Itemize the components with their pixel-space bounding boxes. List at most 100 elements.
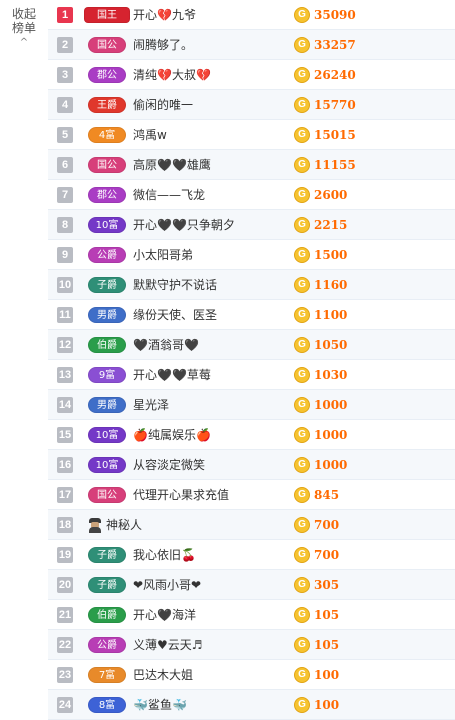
coin-icon: G: [294, 187, 310, 203]
ranking-row[interactable]: 11 男爵 缘份天使、医圣 G 1100: [48, 300, 455, 330]
ranking-row[interactable]: 1 国王 开心💔九爷 G 35090: [48, 0, 455, 30]
ranking-row[interactable]: 22 公爵 义薄♥云天♬ G 105: [48, 630, 455, 660]
ranking-row[interactable]: 9 公爵 小太阳哥弟 G 1500: [48, 240, 455, 270]
rank-badge: 公爵: [88, 637, 126, 653]
contribution-value: 1500: [314, 248, 348, 262]
rank-badge: 子爵: [88, 547, 126, 563]
user-name[interactable]: 缘份天使、医圣: [133, 300, 217, 330]
rank-number: 16: [57, 457, 73, 473]
rank-badge: 子爵: [88, 277, 126, 293]
ranking-row[interactable]: 20 子爵 ❤风雨小哥❤ G 305: [48, 570, 455, 600]
rank-number: 8: [57, 217, 73, 233]
rank-badge: 10富: [88, 457, 126, 473]
ranking-row[interactable]: 16 10富 从容淡定微笑 G 1000: [48, 450, 455, 480]
coin-icon: G: [294, 7, 310, 23]
user-name[interactable]: 高原🖤🖤雄鹰: [133, 150, 211, 180]
user-name[interactable]: 默默守护不说话: [133, 270, 217, 300]
contribution-value: 1160: [314, 278, 348, 292]
contribution-value: 2600: [314, 188, 348, 202]
user-name[interactable]: 从容淡定微笑: [133, 450, 205, 480]
ranking-row[interactable]: 6 国公 高原🖤🖤雄鹰 G 11155: [48, 150, 455, 180]
coin-icon: G: [294, 517, 310, 533]
user-name[interactable]: 义薄♥云天♬: [133, 630, 203, 660]
contribution-value: 105: [314, 608, 340, 622]
ranking-row[interactable]: 4 王爵 偷闲的唯一 G 15770: [48, 90, 455, 120]
contribution-value: 1050: [314, 338, 348, 352]
coin-icon: G: [294, 577, 310, 593]
ranking-row[interactable]: 17 国公 代理开心果求充值 G 845: [48, 480, 455, 510]
ranking-row[interactable]: 14 男爵 星光泽 G 1000: [48, 390, 455, 420]
coin-icon: G: [294, 547, 310, 563]
ranking-row[interactable]: 18 神秘人 G 700: [48, 510, 455, 540]
ranking-row[interactable]: 24 8富 🐳鲨鱼🐳 G 100: [48, 690, 455, 720]
rank-badge: 4富: [88, 127, 126, 143]
user-name[interactable]: 🖤酒翁哥🖤: [133, 330, 199, 360]
rank-number: 20: [57, 577, 73, 593]
contribution-value: 305: [314, 578, 340, 592]
contribution-value: 15770: [314, 98, 356, 112]
rank-badge: 9富: [88, 367, 126, 383]
ranking-row[interactable]: 15 10富 🍎纯属娱乐🍎 G 1000: [48, 420, 455, 450]
coin-icon: G: [294, 277, 310, 293]
ranking-row[interactable]: 5 4富 鸿禹w G 15015: [48, 120, 455, 150]
rank-badge: 国公: [88, 157, 126, 173]
user-name[interactable]: 开心🖤🖤草莓: [133, 360, 211, 390]
rank-badge: 国公: [88, 487, 126, 503]
contribution-value: 2215: [314, 218, 348, 232]
coin-icon: G: [294, 37, 310, 53]
rank-badge: 男爵: [88, 307, 126, 323]
user-name[interactable]: 清纯💔大叔💔: [133, 60, 211, 90]
coin-icon: G: [294, 367, 310, 383]
user-name[interactable]: 鸿禹w: [133, 120, 167, 150]
user-name[interactable]: 🐳鲨鱼🐳: [133, 690, 187, 720]
rank-number: 12: [57, 337, 73, 353]
contribution-value: 11155: [314, 158, 356, 172]
user-name[interactable]: 巴达木大姐: [133, 660, 193, 690]
rank-number: 18: [57, 517, 73, 533]
ranking-row[interactable]: 7 郡公 微信——飞龙 G 2600: [48, 180, 455, 210]
contribution-value: 100: [314, 698, 340, 712]
ranking-row[interactable]: 8 10富 开心🖤🖤只争朝夕 G 2215: [48, 210, 455, 240]
rank-badge: 国王: [84, 7, 130, 23]
coin-icon: G: [294, 307, 310, 323]
ranking-row[interactable]: 10 子爵 默默守护不说话 G 1160: [48, 270, 455, 300]
rank-badge: 10富: [88, 427, 126, 443]
user-name[interactable]: 开心💔九爷: [133, 0, 196, 30]
ranking-row[interactable]: 3 郡公 清纯💔大叔💔 G 26240: [48, 60, 455, 90]
rank-number: 21: [57, 607, 73, 623]
user-name[interactable]: 闹腾够了。: [133, 30, 193, 60]
rank-number: 15: [57, 427, 73, 443]
rank-badge: 10富: [88, 217, 126, 233]
ranking-row[interactable]: 19 子爵 我心依旧🍒 G 700: [48, 540, 455, 570]
ranking-row[interactable]: 21 伯爵 开心🖤海洋 G 105: [48, 600, 455, 630]
contribution-value: 1100: [314, 308, 348, 322]
user-name[interactable]: 开心🖤海洋: [133, 600, 196, 630]
contribution-value: 15015: [314, 128, 356, 142]
rank-number: 14: [57, 397, 73, 413]
contribution-value: 1030: [314, 368, 348, 382]
rank-number: 5: [57, 127, 73, 143]
ranking-row[interactable]: 12 伯爵 🖤酒翁哥🖤 G 1050: [48, 330, 455, 360]
rank-number: 23: [57, 667, 73, 683]
rank-number: 22: [57, 637, 73, 653]
user-name[interactable]: 代理开心果求充值: [133, 480, 229, 510]
ranking-row[interactable]: 23 7富 巴达木大姐 G 100: [48, 660, 455, 690]
rank-badge: 伯爵: [88, 337, 126, 353]
user-name[interactable]: ❤风雨小哥❤: [133, 570, 201, 600]
rank-number: 13: [57, 367, 73, 383]
collapse-list-button[interactable]: 收起 榜单 ^: [6, 7, 42, 49]
user-name[interactable]: 神秘人: [106, 510, 142, 540]
collapse-label-line1: 收起: [11, 7, 36, 21]
user-name[interactable]: 星光泽: [133, 390, 169, 420]
user-name[interactable]: 偷闲的唯一: [133, 90, 193, 120]
ranking-row[interactable]: 2 国公 闹腾够了。 G 33257: [48, 30, 455, 60]
user-name[interactable]: 🍎纯属娱乐🍎: [133, 420, 211, 450]
contribution-value: 700: [314, 518, 340, 532]
contribution-value: 845: [314, 488, 340, 502]
user-name[interactable]: 小太阳哥弟: [133, 240, 193, 270]
user-name[interactable]: 微信——飞龙: [133, 180, 205, 210]
rank-badge: 子爵: [88, 577, 126, 593]
user-name[interactable]: 我心依旧🍒: [133, 540, 196, 570]
ranking-row[interactable]: 13 9富 开心🖤🖤草莓 G 1030: [48, 360, 455, 390]
user-name[interactable]: 开心🖤🖤只争朝夕: [133, 210, 235, 240]
